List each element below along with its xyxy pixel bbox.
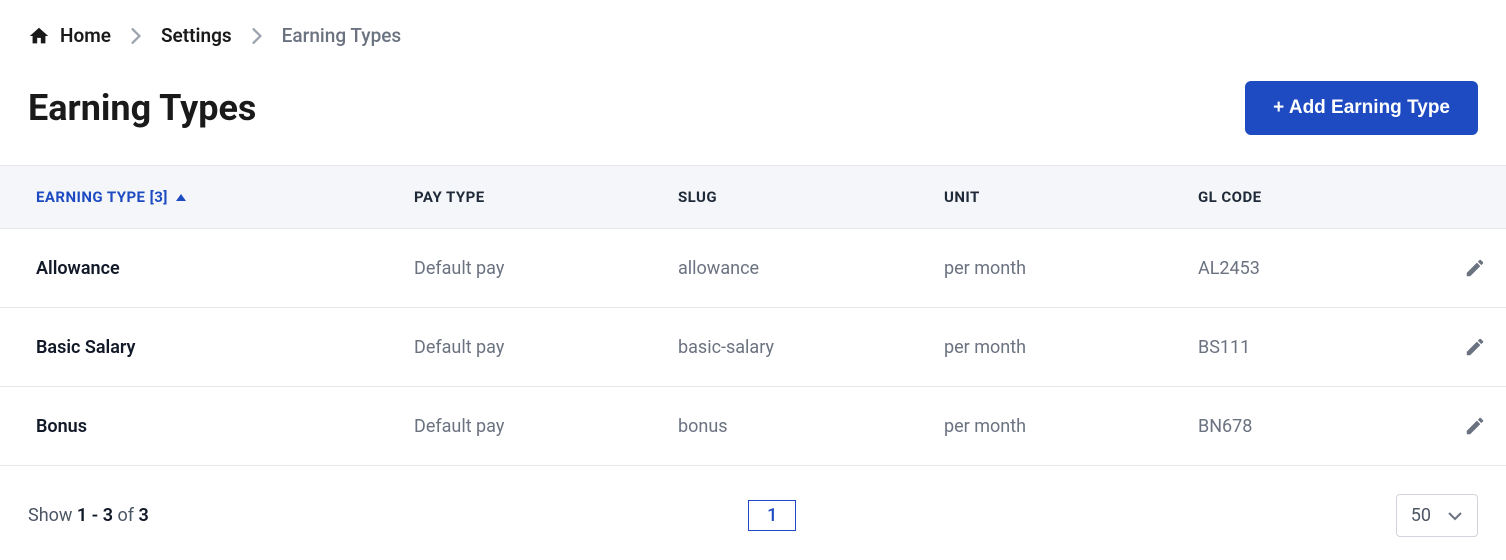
breadcrumb: Home Settings Earning Types (0, 0, 1506, 61)
cell-slug: basic-salary (678, 337, 944, 358)
cell-action (1446, 336, 1486, 358)
add-earning-type-button[interactable]: + Add Earning Type (1245, 81, 1478, 135)
cell-unit: per month (944, 258, 1198, 279)
edit-icon[interactable] (1464, 415, 1486, 437)
page-size-select[interactable]: 50 (1396, 494, 1478, 537)
cell-glcode: AL2453 (1198, 258, 1446, 279)
page-number-current[interactable]: 1 (748, 500, 796, 531)
cell-unit: per month (944, 337, 1198, 358)
home-icon (28, 25, 50, 47)
page-title: Earning Types (28, 87, 256, 129)
column-header-name[interactable]: EARNING TYPE [3] (36, 188, 414, 206)
show-total: 3 (138, 505, 148, 526)
chevron-right-icon (252, 28, 262, 44)
table-row: Allowance Default pay allowance per mont… (0, 229, 1506, 308)
cell-action (1446, 415, 1486, 437)
show-of: of (113, 505, 138, 526)
column-header-glcode[interactable]: GL CODE (1198, 188, 1446, 206)
cell-paytype: Default pay (414, 337, 678, 358)
cell-glcode: BN678 (1198, 416, 1446, 437)
page-size-value: 50 (1411, 505, 1431, 526)
table-row: Bonus Default pay bonus per month BN678 (0, 387, 1506, 466)
edit-icon[interactable] (1464, 336, 1486, 358)
column-header-name-label: EARNING TYPE [3] (36, 188, 168, 206)
table-body: Allowance Default pay allowance per mont… (0, 229, 1506, 466)
earning-types-table: EARNING TYPE [3] PAY TYPE SLUG UNIT GL C… (0, 165, 1506, 466)
breadcrumb-current-label: Earning Types (282, 24, 402, 47)
cell-slug: bonus (678, 416, 944, 437)
table-row: Basic Salary Default pay basic-salary pe… (0, 308, 1506, 387)
breadcrumb-settings-label: Settings (161, 24, 232, 47)
edit-icon[interactable] (1464, 257, 1486, 279)
cell-unit: per month (944, 416, 1198, 437)
column-header-paytype[interactable]: PAY TYPE (414, 188, 678, 206)
pagination-summary: Show 1 - 3 of 3 (28, 505, 149, 526)
cell-paytype: Default pay (414, 258, 678, 279)
chevron-down-icon (1447, 511, 1463, 521)
table-footer: Show 1 - 3 of 3 1 50 (0, 466, 1506, 547)
cell-action (1446, 257, 1486, 279)
cell-name: Basic Salary (36, 337, 414, 358)
add-button-label: + Add Earning Type (1273, 97, 1450, 119)
pagination-pages: 1 (149, 500, 1396, 531)
show-prefix: Show (28, 505, 77, 526)
cell-name: Bonus (36, 416, 414, 437)
column-header-slug[interactable]: SLUG (678, 188, 944, 206)
table-header: EARNING TYPE [3] PAY TYPE SLUG UNIT GL C… (0, 165, 1506, 229)
page-header: Earning Types + Add Earning Type (0, 61, 1506, 165)
cell-name: Allowance (36, 258, 414, 279)
column-header-unit[interactable]: UNIT (944, 188, 1198, 206)
cell-slug: allowance (678, 258, 944, 279)
breadcrumb-home[interactable]: Home (28, 24, 111, 47)
breadcrumb-current: Earning Types (282, 24, 402, 47)
cell-glcode: BS111 (1198, 337, 1446, 358)
breadcrumb-home-label: Home (60, 24, 111, 47)
show-range: 1 - 3 (77, 505, 113, 526)
breadcrumb-settings[interactable]: Settings (161, 24, 232, 47)
cell-paytype: Default pay (414, 416, 678, 437)
pagination-size: 50 (1396, 494, 1478, 537)
sort-asc-icon (176, 194, 186, 201)
chevron-right-icon (131, 28, 141, 44)
